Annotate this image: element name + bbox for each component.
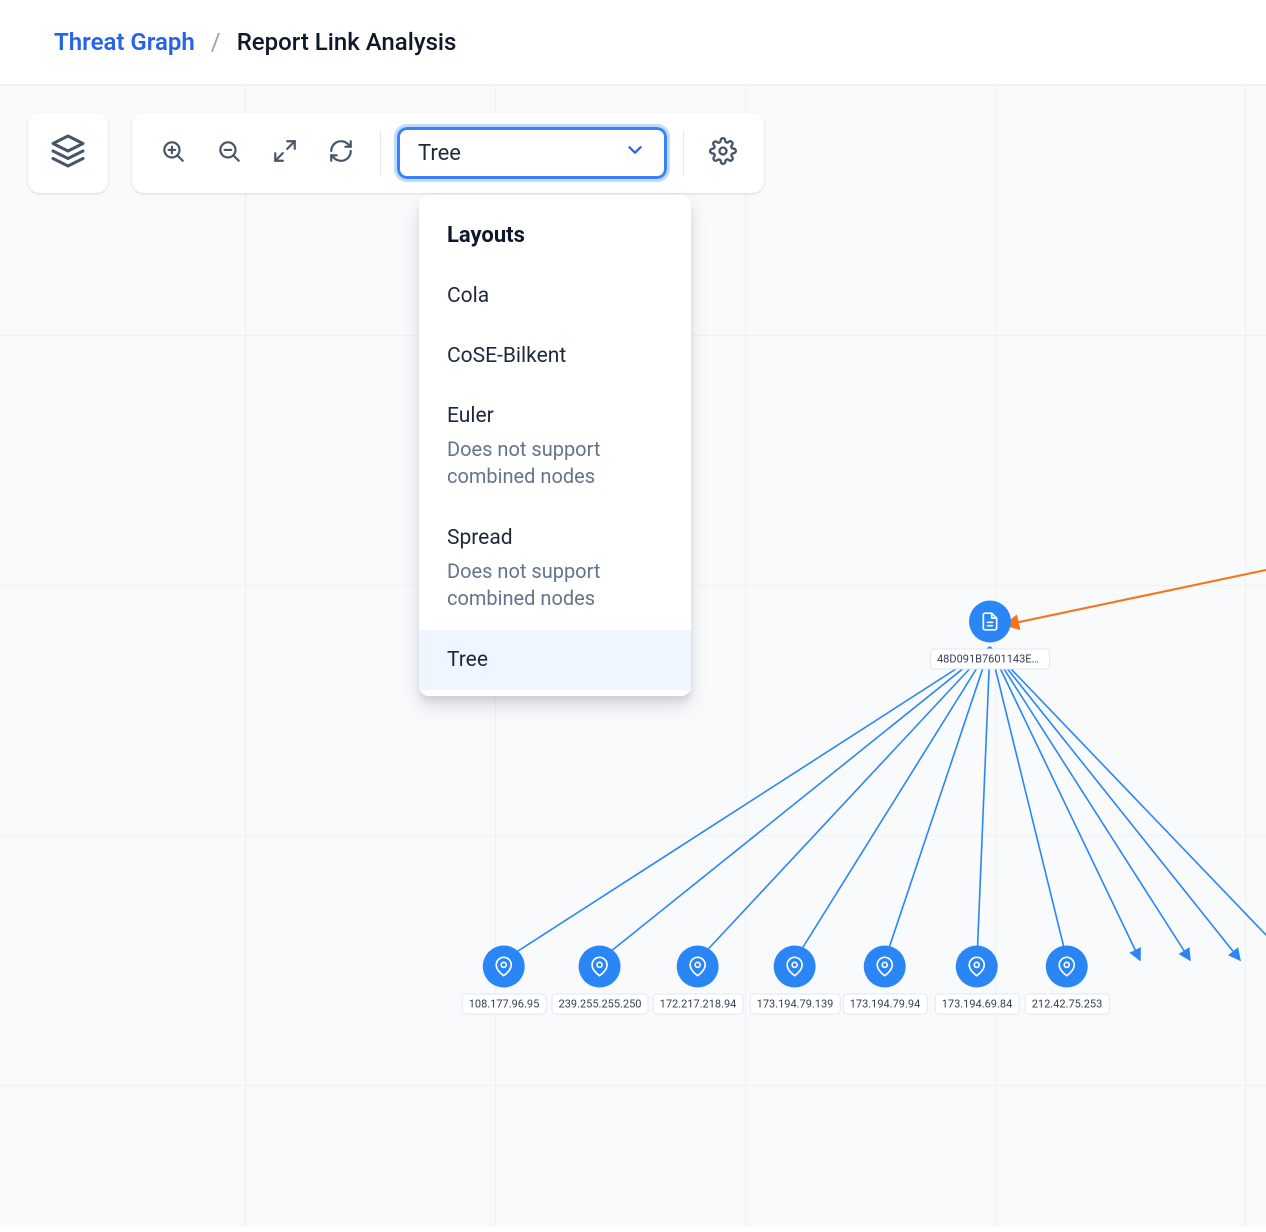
layout-option[interactable]: Spread Does not support combined nodes	[419, 508, 691, 630]
map-pin-icon	[956, 946, 998, 988]
breadcrumb: Threat Graph / Report Link Analysis	[0, 0, 1266, 85]
breadcrumb-root-link[interactable]: Threat Graph	[54, 28, 195, 56]
layout-option-label: Euler	[447, 404, 663, 428]
graph-node-label: 173.194.79.94	[843, 994, 928, 1015]
breadcrumb-current: Report Link Analysis	[237, 28, 457, 56]
graph-node-ip[interactable]: 173.194.79.94	[843, 946, 928, 1015]
graph-node-ip[interactable]: 108.177.96.95	[462, 946, 547, 1015]
file-icon	[969, 601, 1011, 643]
graph-node-ip[interactable]: 173.194.69.84	[935, 946, 1020, 1015]
graph-node-label: 239.255.255.250	[552, 994, 649, 1015]
layout-option[interactable]: CoSE-Bilkent	[419, 326, 691, 386]
layout-dropdown: Layouts Cola CoSE-Bilkent Euler Does not su…	[419, 195, 691, 696]
graph-node-ip[interactable]: 212.42.75.253	[1025, 946, 1110, 1015]
layout-option-subtext: Does not support combined nodes	[447, 558, 663, 612]
graph-node-label: 173.194.69.84	[935, 994, 1020, 1015]
graph-node-label: 212.42.75.253	[1025, 994, 1110, 1015]
layout-option[interactable]: Tree	[419, 630, 691, 690]
graph-canvas[interactable]: Tree Layouts Cola CoSE-Bilkent Euler Does n…	[0, 85, 1266, 1227]
map-pin-icon	[864, 946, 906, 988]
graph-node-label: 173.194.79.139	[750, 994, 841, 1015]
map-pin-icon	[774, 946, 816, 988]
layout-option[interactable]: Euler Does not support combined nodes	[419, 386, 691, 508]
map-pin-icon	[483, 946, 525, 988]
breadcrumb-separator: /	[211, 28, 221, 56]
layout-option-label: Cola	[447, 284, 663, 308]
layout-option-label: Spread	[447, 526, 663, 550]
layout-option-label: Tree	[447, 648, 663, 672]
layout-option-subtext: Does not support combined nodes	[447, 436, 663, 490]
graph-node-ip[interactable]: 239.255.255.250	[552, 946, 649, 1015]
graph-node-label: 108.177.96.95	[462, 994, 547, 1015]
graph-node-label: 48D091B7601143E490A...	[930, 649, 1050, 670]
dropdown-header: Layouts	[419, 215, 691, 266]
layout-option-label: CoSE-Bilkent	[447, 344, 663, 368]
layout-option[interactable]: Cola	[419, 266, 691, 326]
map-pin-icon	[1046, 946, 1088, 988]
map-pin-icon	[579, 946, 621, 988]
map-pin-icon	[677, 946, 719, 988]
graph-node-file[interactable]: 48D091B7601143E490A...	[930, 601, 1050, 670]
graph-node-ip[interactable]: 173.194.79.139	[750, 946, 841, 1015]
graph-node-label: 172.217.218.94	[653, 994, 744, 1015]
graph-node-ip[interactable]: 172.217.218.94	[653, 946, 744, 1015]
